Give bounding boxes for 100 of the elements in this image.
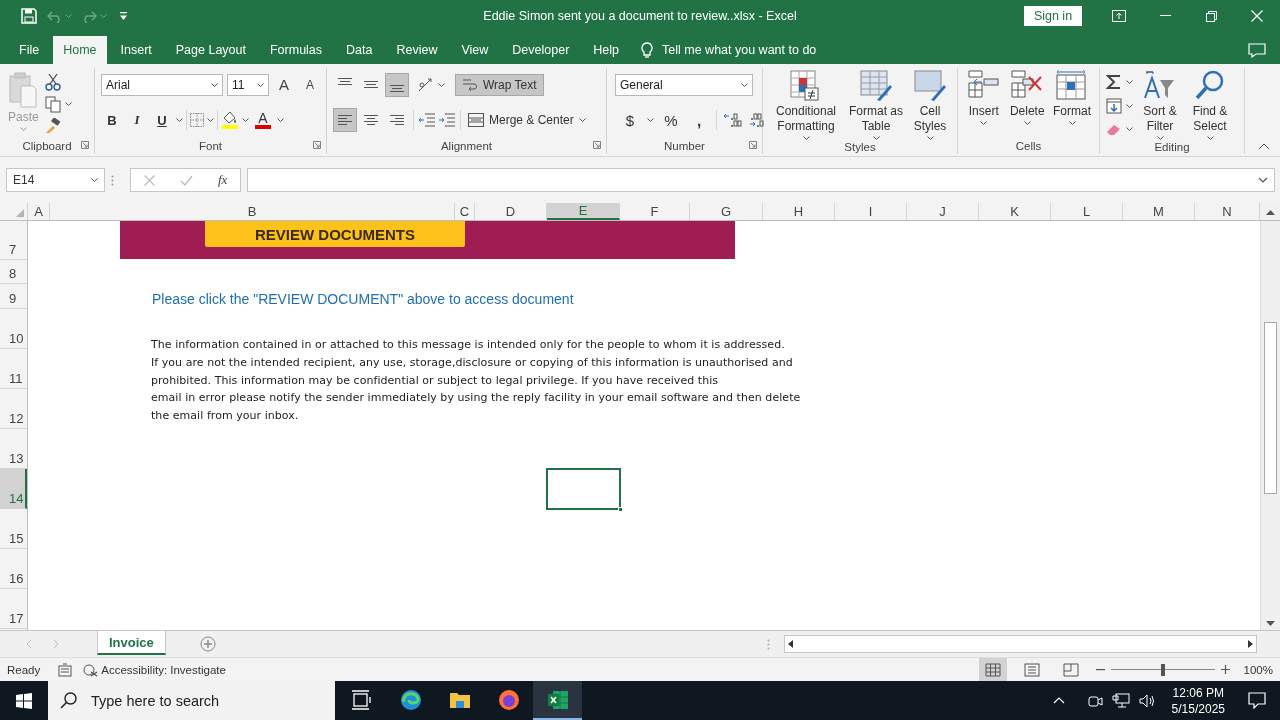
ribbon-tab[interactable]: Page Layout — [165, 36, 256, 64]
ribbon-tab[interactable]: Data — [336, 36, 383, 64]
autosum-icon[interactable] — [1106, 74, 1122, 90]
scroll-right-icon[interactable] — [1247, 640, 1253, 648]
fill-icon[interactable] — [1106, 98, 1122, 114]
fill-color-icon[interactable] — [221, 111, 239, 130]
formula-input[interactable] — [247, 168, 1275, 192]
currency-button[interactable]: $ — [619, 108, 641, 133]
copy-icon[interactable] — [44, 96, 61, 113]
caret-icon[interactable] — [1156, 136, 1164, 140]
selected-cell[interactable] — [546, 468, 621, 510]
column-header[interactable]: J — [907, 203, 979, 220]
zoom-level[interactable]: 100% — [1243, 663, 1273, 676]
cell-styles-button[interactable]: Cell Styles — [909, 68, 951, 140]
volume-icon[interactable] — [1138, 692, 1157, 709]
ribbon-tab[interactable]: Review — [386, 36, 448, 64]
caret-icon[interactable] — [1126, 127, 1133, 131]
scroll-down-icon[interactable] — [1266, 621, 1275, 627]
horizontal-align-button[interactable] — [333, 108, 357, 133]
minimize-icon[interactable] — [1159, 15, 1171, 17]
column-header[interactable]: C — [455, 203, 475, 220]
vertical-align-button[interactable] — [385, 72, 409, 97]
row-header[interactable]: 11 — [0, 349, 27, 389]
row-header[interactable]: 15 — [0, 509, 27, 549]
delete-cells-button[interactable]: Delete — [1007, 68, 1047, 137]
scroll-left-icon[interactable] — [787, 640, 793, 648]
wrap-text-button[interactable]: Wrap Text — [455, 73, 544, 96]
cut-icon[interactable] — [44, 72, 61, 91]
caret-icon[interactable] — [647, 118, 654, 123]
zoom-slider-thumb[interactable] — [1160, 663, 1165, 676]
column-header[interactable]: G — [690, 203, 763, 220]
sheet-tab[interactable]: Invoice — [97, 631, 166, 655]
row-header[interactable]: 17 — [0, 589, 27, 629]
format-cells-button[interactable]: Format — [1051, 68, 1093, 137]
column-header[interactable]: B — [50, 203, 455, 220]
column-header[interactable]: A — [28, 203, 50, 220]
zoom-slider[interactable] — [1110, 663, 1215, 676]
column-header[interactable]: E — [547, 203, 620, 220]
restore-icon[interactable] — [1205, 10, 1217, 22]
percent-button[interactable]: % — [660, 108, 682, 133]
font-color-button[interactable]: A — [252, 107, 274, 134]
caret-icon[interactable] — [91, 178, 98, 182]
taskbar-app-button[interactable] — [533, 681, 582, 720]
comment-icon[interactable] — [1248, 42, 1266, 58]
italic-button[interactable]: I — [126, 108, 148, 133]
column-header[interactable]: F — [620, 203, 690, 220]
caret-icon[interactable] — [926, 136, 934, 140]
review-documents-button[interactable]: REVIEW DOCUMENTS — [205, 221, 465, 247]
row-header[interactable]: 9 — [0, 284, 27, 309]
borders-icon[interactable] — [190, 113, 204, 128]
column-header[interactable]: L — [1051, 203, 1123, 220]
caret-icon[interactable] — [1126, 104, 1133, 108]
accessibility-button[interactable]: Accessibility: Investigate — [82, 662, 226, 677]
row-header[interactable]: 12 — [0, 389, 27, 429]
underline-button[interactable]: U — [151, 108, 173, 133]
column-header[interactable]: H — [763, 203, 835, 220]
decrease-font-size-button[interactable]: A — [299, 72, 321, 97]
bold-button[interactable]: B — [101, 108, 123, 133]
normal-view-button[interactable] — [978, 658, 1007, 681]
ribbon-tab[interactable]: Insert — [110, 36, 162, 64]
column-header[interactable]: M — [1123, 203, 1195, 220]
caret-icon[interactable] — [1126, 80, 1133, 84]
expand-icon[interactable] — [1258, 177, 1268, 183]
insert-function-button[interactable]: fx — [218, 172, 228, 188]
lightbulb-icon[interactable] — [641, 41, 654, 59]
caret-icon[interactable] — [578, 118, 586, 123]
ribbon-tab[interactable]: Formulas — [259, 36, 333, 64]
find-select-button[interactable]: Find & Select — [1187, 68, 1233, 140]
number-format-dropdown[interactable]: General — [615, 73, 753, 96]
save-icon[interactable] — [21, 8, 37, 24]
caret-icon[interactable] — [257, 82, 264, 87]
caret-icon[interactable] — [242, 118, 249, 123]
conditional-formatting-button[interactable]: Conditional Formatting — [769, 68, 843, 140]
font-name-dropdown[interactable]: Arial — [101, 73, 223, 96]
name-box[interactable]: E14 — [6, 168, 105, 192]
ribbon-display-icon[interactable] — [1112, 10, 1126, 22]
dialog-launcher-icon[interactable] — [81, 141, 89, 149]
caret-icon[interactable] — [802, 136, 810, 140]
scroll-up-icon[interactable] — [1265, 208, 1275, 215]
row-header[interactable]: 10 — [0, 309, 27, 349]
caret-icon[interactable] — [872, 136, 880, 140]
row-header[interactable]: 16 — [0, 549, 27, 589]
caret-icon[interactable] — [207, 118, 214, 123]
zoom-out-icon[interactable] — [1095, 668, 1105, 671]
ribbon-tab[interactable]: Developer — [502, 36, 580, 64]
horizontal-scrollbar[interactable] — [783, 635, 1257, 653]
zoom-in-icon[interactable] — [1220, 665, 1230, 674]
font-size-dropdown[interactable]: 11 — [227, 73, 269, 96]
network-icon[interactable] — [1111, 692, 1130, 709]
notifications-icon[interactable] — [1248, 692, 1266, 709]
caret-icon[interactable] — [438, 82, 445, 87]
caret-icon[interactable] — [277, 118, 284, 123]
tell-me-search[interactable]: Tell me what you want to do — [662, 43, 817, 57]
sign-in-button[interactable]: Sign in — [1024, 6, 1082, 26]
merge-center-button[interactable]: Merge & Center — [465, 108, 589, 133]
column-header[interactable]: I — [835, 203, 907, 220]
dialog-launcher-icon[interactable] — [313, 141, 321, 149]
ribbon-tab[interactable]: Home — [53, 36, 107, 64]
caret-icon[interactable] — [1023, 121, 1031, 125]
close-icon[interactable] — [1251, 10, 1263, 22]
